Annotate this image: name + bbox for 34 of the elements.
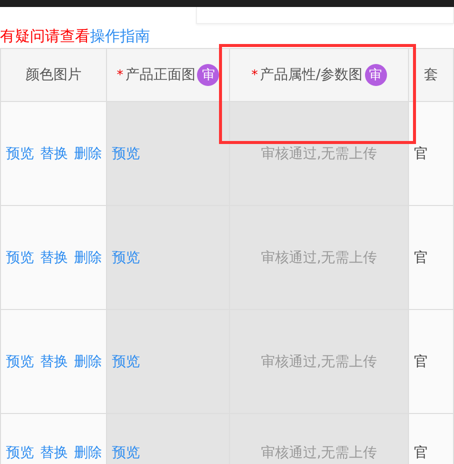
status-text: 审核通过,无需上传 xyxy=(260,352,378,370)
review-badge: 审 xyxy=(197,64,220,86)
package-text: 官 xyxy=(414,248,428,266)
status-text: 审核通过,无需上传 xyxy=(260,248,378,266)
preview-link[interactable]: 预览 xyxy=(112,352,140,370)
column-header: *产品属性/参数图 审 xyxy=(230,48,409,102)
package-text: 官 xyxy=(414,144,428,162)
action-link[interactable]: 预览 xyxy=(6,248,34,266)
column-header: 套 xyxy=(409,48,454,102)
action-link[interactable]: 预览 xyxy=(6,352,34,370)
action-link[interactable]: 替换 xyxy=(40,248,68,266)
preview-link[interactable]: 预览 xyxy=(112,444,140,462)
action-link[interactable]: 替换 xyxy=(40,352,68,370)
action-link[interactable]: 预览 xyxy=(6,144,34,162)
package-text: 官 xyxy=(414,352,428,370)
action-link[interactable]: 替换 xyxy=(40,444,68,462)
preview-link[interactable]: 预览 xyxy=(112,248,140,266)
guide-link[interactable]: 操作指南 xyxy=(90,26,150,46)
review-badge: 审 xyxy=(364,64,387,86)
action-link[interactable]: 删除 xyxy=(74,248,102,266)
preview-link[interactable]: 预览 xyxy=(112,144,140,162)
notice-text: 有疑问请查看 xyxy=(0,26,90,46)
action-link[interactable]: 替换 xyxy=(40,144,68,162)
action-link[interactable]: 删除 xyxy=(74,444,102,462)
column-header: 颜色图片 xyxy=(0,48,107,102)
required-mark: * xyxy=(251,68,258,82)
action-link[interactable]: 删除 xyxy=(74,144,102,162)
status-text: 审核通过,无需上传 xyxy=(260,144,378,162)
column-header: *产品正面图 审 xyxy=(107,48,230,102)
action-link[interactable]: 删除 xyxy=(74,352,102,370)
status-text: 审核通过,无需上传 xyxy=(260,444,378,462)
required-mark: * xyxy=(116,68,124,82)
package-text: 官 xyxy=(414,444,428,462)
action-link[interactable]: 预览 xyxy=(6,444,34,462)
